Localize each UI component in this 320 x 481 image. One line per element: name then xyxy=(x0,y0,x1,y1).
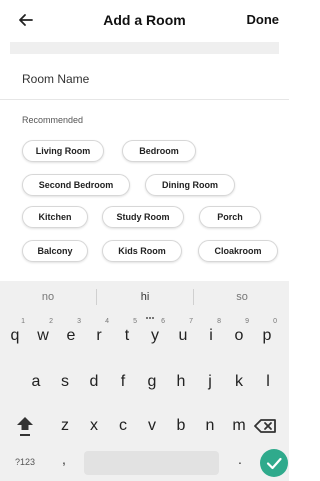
key-j[interactable]: j xyxy=(197,365,223,399)
key-c[interactable]: c xyxy=(110,409,136,443)
key-e[interactable]: e3 xyxy=(58,318,84,353)
key-n[interactable]: n xyxy=(197,409,223,443)
app-header: Add a Room Done xyxy=(0,0,289,42)
key-h[interactable]: h xyxy=(168,365,194,399)
key-p[interactable]: p0 xyxy=(254,318,280,353)
chip-second-bedroom[interactable]: Second Bedroom xyxy=(22,174,130,196)
period-key[interactable]: . xyxy=(238,451,242,467)
space-bar[interactable] xyxy=(84,451,219,475)
section-divider xyxy=(10,42,279,54)
key-y[interactable]: y6 xyxy=(142,318,168,353)
key-x[interactable]: x xyxy=(81,409,107,443)
key-t[interactable]: t5 xyxy=(114,318,140,353)
key-w[interactable]: w2 xyxy=(30,318,56,353)
key-m[interactable]: m xyxy=(226,409,252,443)
backspace-icon[interactable] xyxy=(252,412,280,440)
chip-kitchen[interactable]: Kitchen xyxy=(22,206,88,228)
key-i[interactable]: i8 xyxy=(198,318,224,353)
room-name-placeholder: Room Name xyxy=(22,72,90,86)
suggestion-1[interactable]: no xyxy=(0,281,96,313)
enter-key[interactable] xyxy=(260,449,288,477)
suggestion-3[interactable]: so xyxy=(194,281,290,313)
key-l[interactable]: l xyxy=(255,365,281,399)
chip-dining-room[interactable]: Dining Room xyxy=(145,174,235,196)
key-b[interactable]: b xyxy=(168,409,194,443)
key-f[interactable]: f xyxy=(110,365,136,399)
chip-porch[interactable]: Porch xyxy=(199,206,261,228)
key-v[interactable]: v xyxy=(139,409,165,443)
key-g[interactable]: g xyxy=(139,365,165,399)
done-button[interactable]: Done xyxy=(247,12,280,27)
chip-balcony[interactable]: Balcony xyxy=(22,240,88,262)
chip-cloakroom[interactable]: Cloakroom xyxy=(198,240,278,262)
chip-living-room[interactable]: Living Room xyxy=(22,140,104,162)
key-d[interactable]: d xyxy=(81,365,107,399)
key-k[interactable]: k xyxy=(226,365,252,399)
check-icon xyxy=(266,457,282,470)
keyboard: no hi so q1 w2 e3 r4 t5 y6 u7 i8 o9 p0 a… xyxy=(0,281,289,481)
room-name-field[interactable]: Room Name xyxy=(0,54,289,100)
comma-key[interactable]: , xyxy=(62,451,66,467)
more-suggestions-icon xyxy=(146,306,156,319)
symbols-key[interactable]: ?123 xyxy=(15,457,35,467)
chip-kids-room[interactable]: Kids Room xyxy=(102,240,182,262)
key-a[interactable]: a xyxy=(23,365,49,399)
key-s[interactable]: s xyxy=(52,365,78,399)
shift-arrow-icon[interactable] xyxy=(12,412,38,440)
key-r[interactable]: r4 xyxy=(86,318,112,353)
key-q[interactable]: q1 xyxy=(2,318,28,353)
chip-bedroom[interactable]: Bedroom xyxy=(122,140,196,162)
recommended-label: Recommended xyxy=(22,115,84,125)
key-z[interactable]: z xyxy=(52,409,78,443)
key-o[interactable]: o9 xyxy=(226,318,252,353)
chip-study-room[interactable]: Study Room xyxy=(102,206,184,228)
key-u[interactable]: u7 xyxy=(170,318,196,353)
suggestion-2[interactable]: hi xyxy=(97,281,193,313)
